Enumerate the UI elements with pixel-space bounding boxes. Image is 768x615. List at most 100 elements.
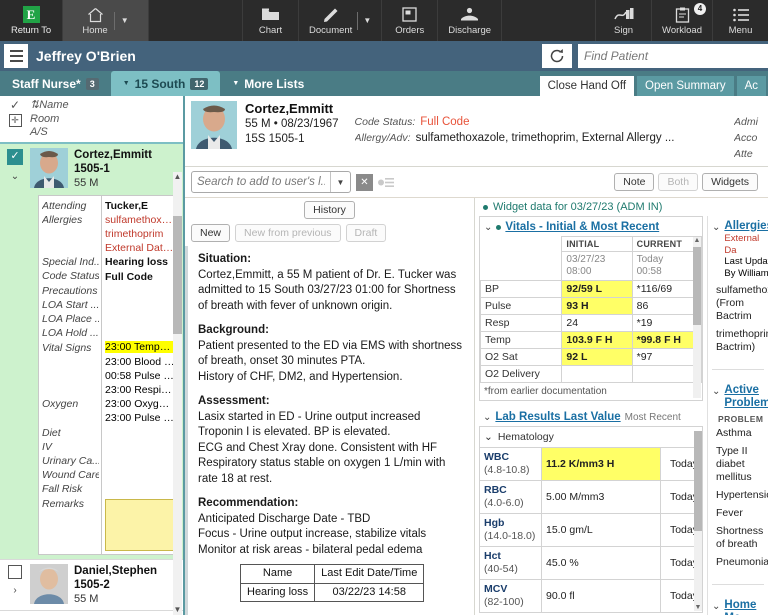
patient-list-item-daniel[interactable]: › Daniel,Stephen 1505-2 55 M — [0, 560, 183, 611]
column-header-initial: INITIAL — [561, 236, 633, 252]
toolbar-item-orders[interactable]: Orders — [381, 0, 437, 41]
value-allergy-2[interactable]: trimethoprim — [105, 227, 175, 241]
return-to-button[interactable]: E Return To — [0, 0, 62, 41]
toolbar-item-document[interactable]: Document ▼ — [298, 0, 381, 41]
patient-age-sex: 55 M — [74, 176, 99, 189]
patient-card-body: Cortez,Emmitt 1505-1 55 M Attending Alle… — [30, 144, 183, 559]
toolbar-item-workload[interactable]: 4 Workload — [651, 0, 712, 41]
close-hand-off-button[interactable]: Close Hand Off — [539, 76, 635, 96]
patient-card-gutter: ✓ ⌄ — [0, 144, 30, 559]
scrollbar-thumb[interactable] — [693, 247, 701, 325]
patient-card-gutter: › — [0, 560, 30, 610]
vital-label-resp: Resp — [480, 314, 563, 332]
vital-initial-o2delivery — [561, 365, 633, 383]
history-button[interactable]: History — [304, 201, 355, 219]
refresh-icon[interactable] — [542, 44, 572, 68]
open-summary-button[interactable]: Open Summary — [637, 76, 734, 96]
assessment-text-4: Respiratory status stable on oxygen 1 L/… — [198, 457, 446, 485]
expand-all-icon[interactable]: ✛ — [8, 114, 22, 127]
toolbar-item-home[interactable]: Home ▼ — [62, 0, 148, 41]
value-allergy-3[interactable]: External Data A... — [105, 241, 175, 255]
label-remarks: Remarks — [42, 497, 85, 510]
toolbar-item-chart[interactable]: Chart — [242, 0, 298, 41]
value-allergy-1[interactable]: sulfamethoxazo... — [105, 213, 175, 227]
tab-15-south[interactable]: ▼ 15 South 12 — [110, 71, 221, 96]
sbar-note-content: Situation: Cortez,Emmitt, a 55 M patient… — [185, 246, 474, 615]
hamburger-menu-icon[interactable] — [4, 44, 28, 68]
patient-checkbox-daniel[interactable] — [8, 564, 22, 579]
chevron-down-icon[interactable]: ⌄ — [11, 171, 19, 182]
close-icon[interactable]: ✕ — [356, 173, 373, 191]
widget-data-header-text: Widget data for 03/27/23 (ADM IN) — [493, 201, 663, 213]
labs-widget-title: ⌄ Lab Results Last Value Most Recent — [479, 407, 703, 426]
search-input[interactable] — [192, 172, 330, 192]
vital-initial-pulse: 93 H — [561, 297, 633, 315]
toolbar-item-sign[interactable]: Sign — [595, 0, 651, 41]
lab-value-rbc: 5.00 M/mm3 — [541, 480, 661, 514]
chevron-down-icon[interactable]: ⌄ — [484, 222, 492, 233]
tab-more-lists[interactable]: ▼ More Lists — [220, 71, 316, 96]
allergies-source: External Da — [724, 233, 760, 256]
patient-list-item-hickman[interactable]: Hickman,Gabriella 1504-1 — [0, 611, 183, 615]
lab-group-hematology[interactable]: ⌄ Hematology — [479, 426, 703, 447]
toolbar-item-menu[interactable]: Menu — [712, 0, 768, 41]
toolbar-item-discharge[interactable]: Discharge — [437, 0, 501, 41]
find-patient-input[interactable] — [578, 44, 768, 68]
allergies-link[interactable]: Allergies — [724, 220, 768, 233]
banner-patient-photo — [191, 101, 237, 149]
patient-checkbox-cortez[interactable]: ✓ — [7, 148, 23, 165]
note-button[interactable]: Note — [614, 173, 655, 191]
chevron-down-icon[interactable]: ▼ — [330, 172, 350, 192]
vitals-scrollbar[interactable]: ▲ — [693, 237, 701, 398]
patient-list-scrollbar[interactable]: ▲ ▼ — [173, 171, 182, 615]
tab-count-15-south: 12 — [190, 77, 209, 90]
vitals-table: INITIAL CURRENT 03/27/23 08:00 Today 00:… — [480, 236, 702, 383]
chevron-right-icon[interactable]: › — [13, 585, 16, 596]
scroll-down-arrow-icon[interactable]: ▼ — [694, 604, 702, 611]
scroll-up-arrow-icon[interactable]: ▲ — [693, 237, 701, 244]
vitals-link[interactable]: Vitals - Initial & Most Recent — [505, 221, 659, 233]
chevron-down-icon[interactable]: ⌄ — [484, 431, 493, 443]
banner-location: 15S 1505-1 — [245, 133, 305, 145]
banner-allergy-value[interactable]: sulfamethoxazole, trimethoprim, External… — [416, 130, 675, 146]
labs-scrollbar[interactable]: ▼ — [694, 431, 702, 611]
chevron-down-icon[interactable]: ⌄ — [712, 599, 720, 612]
table-header-row: Name Last Edit Date/Time — [239, 564, 425, 584]
chevron-down-icon[interactable]: ▼ — [363, 16, 371, 25]
chevron-down-icon[interactable]: ⌄ — [712, 220, 720, 233]
banner-code-status-label: Code Status: — [354, 116, 416, 128]
active-problems-link-line2[interactable]: Problems — [724, 397, 768, 410]
patient-list-item-cortez[interactable]: ✓ ⌄ Cortez,Emmitt 1505-1 55 M Attending … — [0, 143, 183, 560]
new-note-button[interactable]: New — [191, 224, 231, 242]
patient-identity-daniel: Daniel,Stephen 1505-2 55 M — [74, 564, 157, 606]
toolbar-label-discharge: Discharge — [448, 24, 492, 36]
tab-staff-nurse[interactable]: Staff Nurse* 3 — [0, 71, 111, 96]
widgets-button[interactable]: Widgets — [702, 173, 758, 191]
chevron-down-icon[interactable]: ⌄ — [712, 384, 720, 397]
lab-results-link[interactable]: Lab Results Last Value — [495, 411, 620, 423]
chevron-down-icon[interactable]: ▼ — [121, 16, 129, 25]
home-medications-link[interactable]: Home Me — [724, 599, 768, 615]
search-control: ▼ — [191, 171, 351, 193]
lab-value-mcv: 90.0 fl — [541, 579, 661, 613]
scrollbar-thumb[interactable] — [173, 215, 182, 334]
chevron-down-icon[interactable]: ⌄ — [483, 412, 491, 423]
check-all-icon[interactable]: ✓ — [10, 99, 20, 111]
actions-button[interactable]: Ac — [736, 76, 766, 96]
scroll-down-arrow-icon[interactable]: ▼ — [173, 605, 182, 615]
scrollbar-thumb[interactable] — [694, 431, 702, 531]
column-header-name[interactable]: ⇅Name — [30, 99, 69, 113]
scroll-up-arrow-icon[interactable]: ▲ — [173, 172, 182, 182]
recommendation-text-1: Anticipated Discharge Date - TBD — [198, 512, 371, 525]
remarks-textarea[interactable] — [105, 498, 175, 551]
active-problems-link-line1[interactable]: Active — [724, 384, 768, 397]
table-row: RBC (4.0-6.0) 5.00 M/mm3 Today — [479, 480, 703, 514]
column-header-room[interactable]: Room — [30, 113, 69, 127]
patient-banner: Cortez,Emmitt 55 M • 08/23/1967 15S 1505… — [185, 96, 768, 167]
add-to-list-icon[interactable] — [378, 177, 394, 188]
column-header-as[interactable]: A/S — [30, 126, 69, 140]
